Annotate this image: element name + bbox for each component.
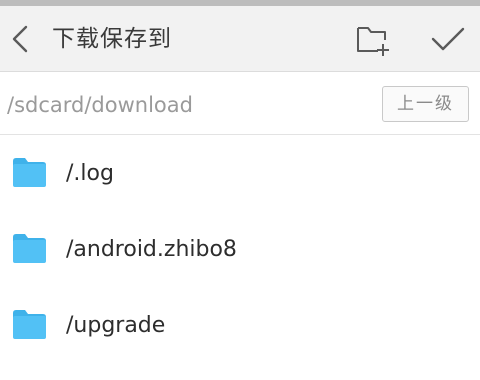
- folder-name: /android.zhibo8: [66, 237, 237, 262]
- new-folder-button[interactable]: [354, 20, 394, 60]
- current-path: /sdcard/download: [7, 93, 193, 117]
- folder-icon: [13, 234, 46, 263]
- path-bar: /sdcard/download 上一级: [0, 73, 480, 135]
- folder-item[interactable]: /.log: [0, 136, 480, 212]
- chevron-left-icon: [12, 25, 28, 53]
- header-bar: 下载保存到: [0, 6, 480, 72]
- folder-list: /.log /android.zhibo8 /upgrade: [0, 136, 480, 364]
- confirm-button[interactable]: [428, 20, 468, 60]
- folder-name: /.log: [66, 161, 114, 186]
- folder-plus-icon: [357, 27, 389, 56]
- folder-item[interactable]: /upgrade: [0, 288, 480, 364]
- folder-item[interactable]: /android.zhibo8: [0, 212, 480, 288]
- folder-icon: [13, 158, 46, 187]
- folder-name: /upgrade: [66, 313, 166, 338]
- up-level-button[interactable]: 上一级: [382, 86, 469, 122]
- folder-icon: [13, 310, 46, 339]
- page-title: 下载保存到: [52, 26, 172, 52]
- back-button[interactable]: [6, 19, 38, 59]
- checkmark-icon: [431, 27, 465, 51]
